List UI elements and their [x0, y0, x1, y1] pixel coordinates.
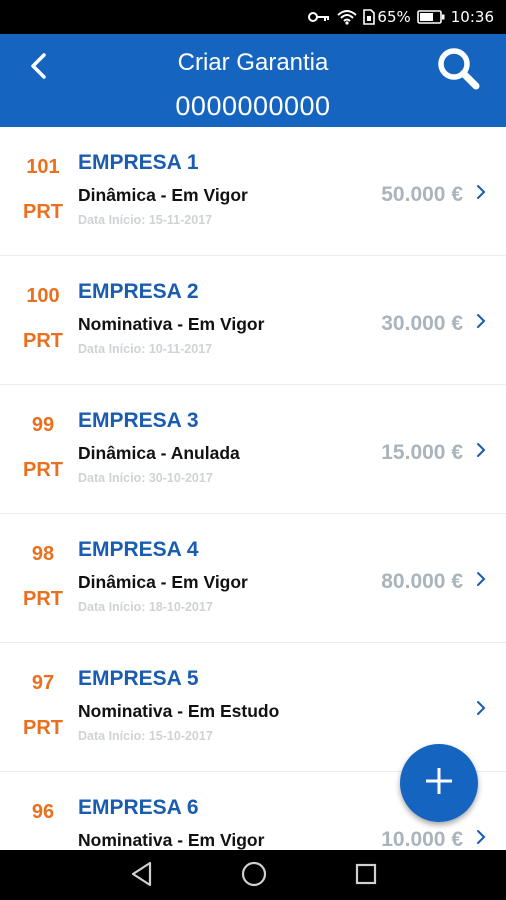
chevron-right-icon: [476, 313, 486, 334]
nav-recents-button[interactable]: [352, 862, 380, 890]
amount: 50.000 €: [381, 183, 463, 206]
status-bar: 65% 10:36: [0, 0, 506, 34]
clock: 10:36: [450, 8, 494, 26]
company-name: EMPRESA 1: [78, 151, 199, 174]
amount: 30.000 €: [381, 312, 463, 335]
recents-square-icon: [354, 862, 378, 891]
key-icon: [307, 9, 331, 25]
company-name: EMPRESA 5: [78, 667, 199, 690]
country-code: PRT: [23, 459, 63, 481]
battery-percent: 65%: [377, 8, 411, 26]
guarantee-row[interactable]: 99 PRT EMPRESA 3 Dinâmica - Anulada Data…: [0, 385, 506, 514]
guarantee-number: 98: [31, 543, 55, 565]
guarantee-number: 101: [26, 156, 60, 178]
home-circle-icon: [241, 861, 267, 892]
start-date: Data Início: 18-10-2017: [78, 600, 213, 614]
system-nav-bar: [0, 850, 506, 900]
account-number: 0000000000: [175, 91, 331, 121]
type-status: Nominativa - Em Vigor: [78, 830, 265, 850]
app-header: Criar Garantia 0000000000: [0, 34, 506, 127]
type-status: Nominativa - Em Vigor: [78, 314, 265, 334]
start-date: Data Início: 30-10-2017: [78, 471, 213, 485]
battery-icon: [416, 10, 445, 24]
nav-home-button[interactable]: [240, 861, 268, 892]
chevron-right-icon: [476, 184, 486, 205]
guarantee-row[interactable]: 98 PRT EMPRESA 4 Dinâmica - Em Vigor Dat…: [0, 514, 506, 643]
amount: 10.000 €: [381, 828, 463, 850]
guarantee-row[interactable]: 100 PRT EMPRESA 2 Nominativa - Em Vigor …: [0, 256, 506, 385]
back-triangle-icon: [130, 861, 154, 892]
start-date: Data Início: 10-11-2017: [78, 342, 213, 356]
guarantee-number: 100: [26, 285, 60, 307]
guarantee-number: 99: [31, 414, 55, 436]
country-code: PRT: [23, 330, 63, 352]
wifi-icon: [337, 9, 358, 25]
type-status: Dinâmica - Em Vigor: [78, 185, 248, 205]
start-date: Data Início: 15-11-2017: [78, 213, 213, 227]
page-title: Criar Garantia: [177, 49, 329, 76]
company-name: EMPRESA 6: [78, 796, 199, 819]
chevron-right-icon: [476, 700, 486, 721]
add-guarantee-button[interactable]: [400, 744, 478, 822]
start-date: Data Início: 15-10-2017: [78, 729, 213, 743]
search-icon: [436, 46, 480, 95]
guarantee-row[interactable]: 101 PRT EMPRESA 1 Dinâmica - Em Vigor Da…: [0, 127, 506, 256]
chevron-right-icon: [476, 571, 486, 592]
guarantee-list: 101 PRT EMPRESA 1 Dinâmica - Em Vigor Da…: [0, 127, 506, 850]
search-button[interactable]: [434, 46, 482, 94]
guarantee-number: 96: [31, 801, 55, 823]
guarantee-number: 97: [31, 672, 55, 694]
type-status: Nominativa - Em Estudo: [78, 701, 280, 721]
amount: 80.000 €: [381, 570, 463, 593]
nav-back-button[interactable]: [128, 861, 156, 892]
amount: 15.000 €: [381, 441, 463, 464]
country-code: PRT: [23, 201, 63, 223]
sim-icon: [363, 9, 376, 25]
type-status: Dinâmica - Em Vigor: [78, 572, 248, 592]
country-code: PRT: [23, 717, 63, 739]
chevron-right-icon: [476, 442, 486, 463]
type-status: Dinâmica - Anulada: [78, 443, 240, 463]
company-name: EMPRESA 4: [78, 538, 199, 561]
chevron-right-icon: [476, 829, 486, 850]
company-name: EMPRESA 2: [78, 280, 199, 303]
company-name: EMPRESA 3: [78, 409, 199, 432]
plus-icon: [424, 766, 454, 801]
country-code: PRT: [23, 588, 63, 610]
